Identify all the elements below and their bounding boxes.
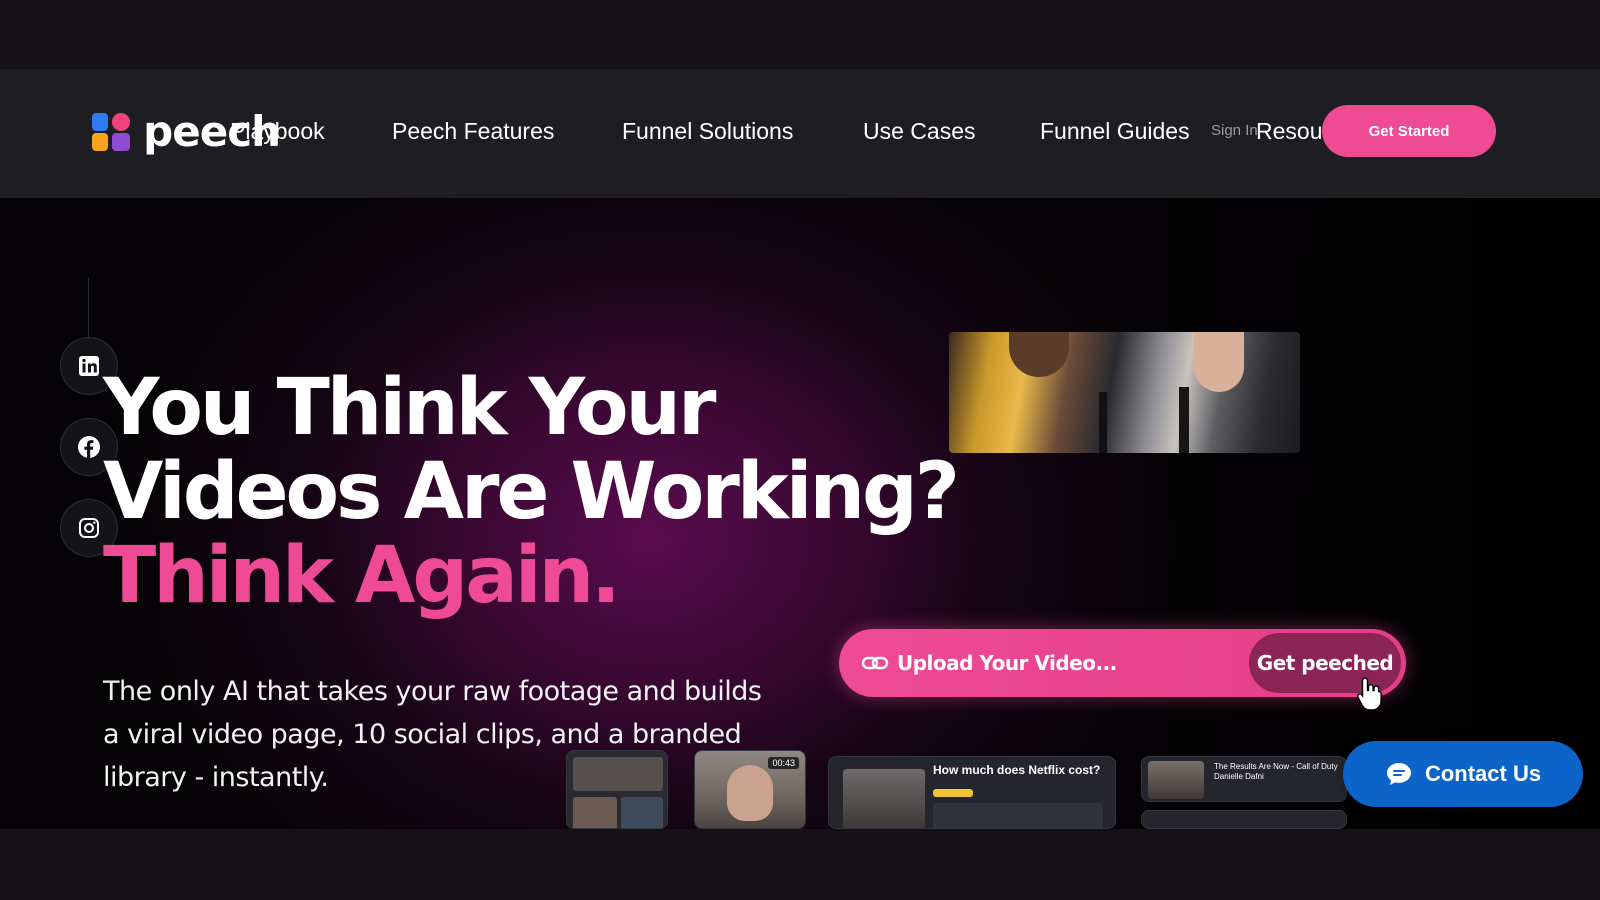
headline-line-2: Videos Are Working? [103, 447, 960, 537]
nav-funnel-guides[interactable]: Funnel Guides [1040, 118, 1190, 145]
instagram-icon [79, 518, 99, 538]
hero-section: You Think Your Videos Are Working? Think… [0, 198, 1600, 829]
get-started-button[interactable]: Get Started [1322, 105, 1496, 157]
upload-video-input[interactable] [897, 647, 1227, 679]
hero-fade [1100, 198, 1600, 829]
headline-line-1: You Think Your [103, 363, 717, 453]
hand-cursor-icon [1356, 677, 1382, 711]
headline-accent: Think Again. [103, 531, 621, 621]
nav-funnel-solutions[interactable]: Funnel Solutions [622, 118, 793, 145]
preview-card-title: How much does Netflix cost? [933, 763, 1101, 777]
preview-card-title: The Results Are Now - Call of Duty Danie… [1214, 762, 1338, 781]
nav-use-cases[interactable]: Use Cases [863, 118, 975, 145]
hero-headline: You Think Your Videos Are Working? Think… [103, 363, 960, 621]
nav-peech-features[interactable]: Peech Features [392, 118, 554, 145]
duration-badge: 00:43 [768, 757, 799, 769]
letterbox-bottom [0, 829, 1600, 900]
linkedin-icon [79, 356, 99, 376]
nav-resources[interactable]: Resources [1256, 118, 1322, 145]
contact-us-label: Contact Us [1424, 761, 1542, 786]
preview-card-results: The Results Are Now - Call of Duty Danie… [1141, 756, 1347, 802]
preview-thumbnail-2: 00:43 [694, 750, 806, 829]
nav-playbook[interactable]: Playbook [230, 118, 325, 145]
site-header: peech Playbook Peech Features Funnel Sol… [0, 69, 1600, 198]
letterbox-top [0, 0, 1600, 69]
contact-us-button[interactable]: Contact Us [1343, 741, 1583, 807]
hero-podcast-image [949, 332, 1300, 453]
preview-thumbnail-1 [566, 750, 668, 829]
website-viewport: peech Playbook Peech Features Funnel Sol… [0, 69, 1600, 829]
social-divider [88, 278, 89, 338]
link-icon [861, 656, 889, 670]
chat-bubble-icon [1386, 763, 1411, 785]
peech-logo-mark-icon [90, 111, 133, 153]
nav-sign-in[interactable]: Sign In [1211, 122, 1257, 139]
preview-card-netflix: How much does Netflix cost? [828, 756, 1116, 829]
facebook-icon [78, 436, 100, 458]
preview-card-partial [1141, 810, 1347, 829]
upload-bar: Get peeched [839, 629, 1406, 697]
